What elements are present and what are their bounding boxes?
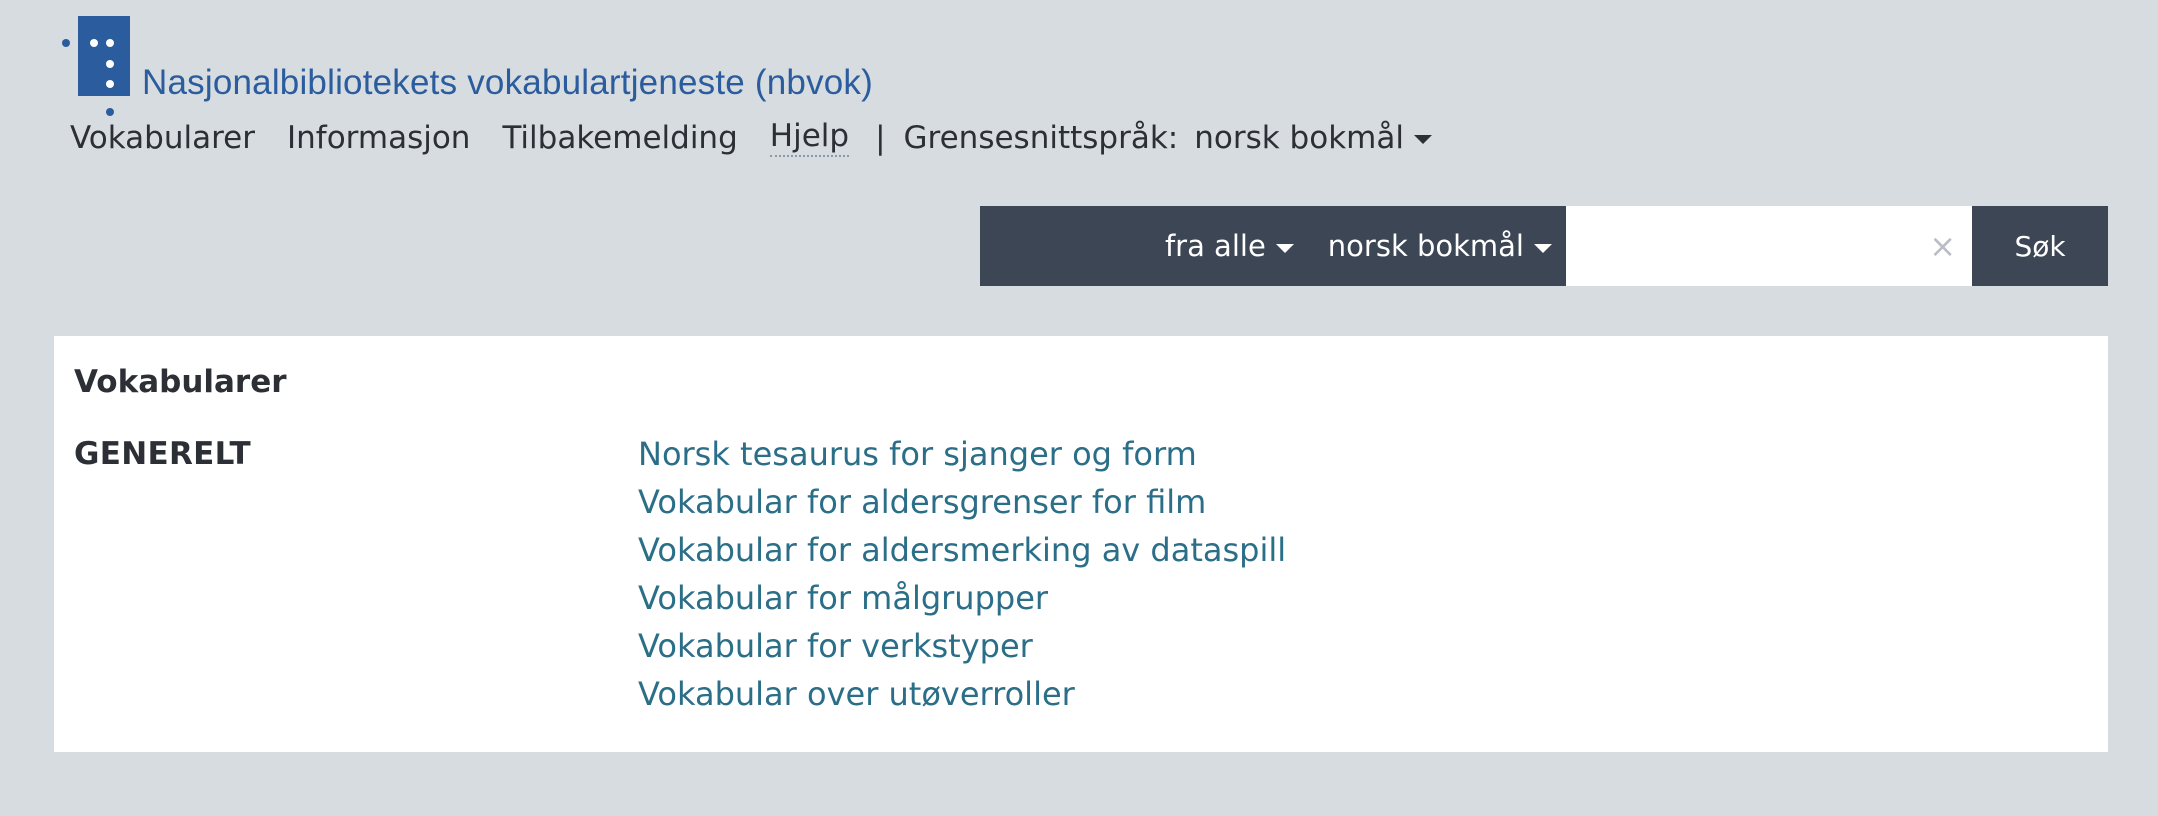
vocabulary-link[interactable]: Vokabular for målgrupper [638,579,1048,617]
nav-informasjon[interactable]: Informasjon [287,120,470,156]
search-language-dropdown[interactable]: norsk bokmål [1312,206,1566,286]
list-item: Vokabular for aldersgrenser for film [638,480,1286,528]
nb-logo-icon[interactable] [58,16,138,120]
panel-title: Vokabularer [74,364,287,400]
list-item: Norsk tesaurus for sjanger og form [638,432,1286,480]
search-scope-dropdown[interactable]: fra alle [1165,206,1312,286]
caret-down-icon [1413,135,1432,144]
vocabulary-link[interactable]: Vokabular for aldersmerking av dataspill [638,531,1286,569]
search-button[interactable]: Søk [1972,206,2108,286]
vocabulary-link[interactable]: Vokabular for aldersgrenser for film [638,483,1206,521]
vocabulary-link[interactable]: Norsk tesaurus for sjanger og form [638,435,1197,473]
search-input-container: × [1566,206,1972,286]
search-language-value: norsk bokmål [1327,229,1524,263]
vocabulary-link[interactable]: Vokabular for verkstyper [638,627,1033,665]
nav-separator: | [875,119,886,156]
nav-hjelp[interactable]: Hjelp [769,118,850,157]
search-scope-value: fra alle [1164,229,1266,263]
site-title[interactable]: Nasjonalbibliotekets vokabulartjeneste (… [142,63,873,103]
caret-down-icon [1275,243,1294,253]
clear-icon[interactable]: × [1929,230,1956,262]
vocabularies-panel: Vokabularer GENERELT Norsk tesaurus for … [54,336,2108,752]
list-item: Vokabular for verkstyper [638,624,1286,672]
caret-down-icon [1534,243,1552,253]
nav-tilbakemelding[interactable]: Tilbakemelding [502,120,737,156]
vocabulary-link[interactable]: Vokabular over utøverroller [638,675,1075,713]
vocabulary-list: Norsk tesaurus for sjanger og form Vokab… [638,432,1286,720]
search-bar: fra alle norsk bokmål × Søk [980,206,2108,286]
nav-vokabularer[interactable]: Vokabularer [70,120,255,156]
list-item: Vokabular for målgrupper [638,576,1286,624]
top-navigation: Vokabularer Informasjon Tilbakemelding H… [70,118,1432,157]
list-item: Vokabular for aldersmerking av dataspill [638,528,1286,576]
group-heading: GENERELT [74,436,251,472]
interface-language-label: Grensesnittspråk: [903,119,1179,156]
interface-language-dropdown[interactable]: norsk bokmål [1194,120,1432,156]
search-input[interactable] [1566,206,1972,286]
list-item: Vokabular over utøverroller [638,672,1286,720]
interface-language-value: norsk bokmål [1194,119,1404,156]
